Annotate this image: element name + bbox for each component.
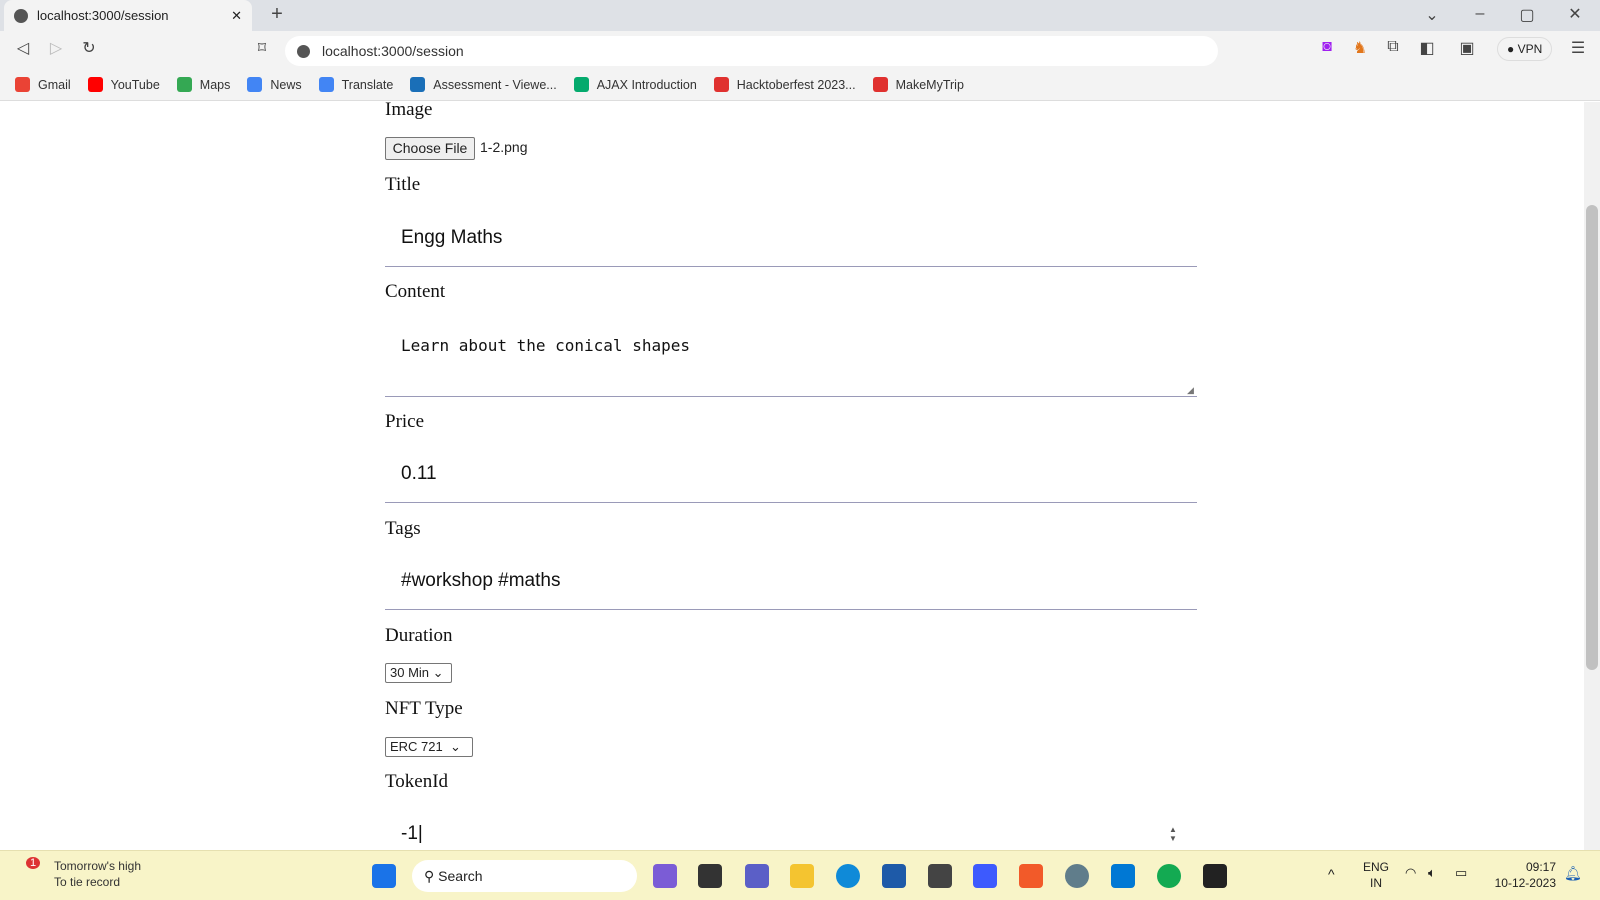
app-icon[interactable] (973, 864, 997, 888)
bookmark-item[interactable]: Maps (176, 77, 230, 92)
tab-search-icon[interactable]: ⌄ (1421, 5, 1443, 25)
sidebar-icon[interactable]: ◧ (1416, 38, 1438, 58)
tokenid-input[interactable]: -1| (385, 812, 1197, 852)
battery-icon[interactable]: ▭ (1455, 865, 1467, 881)
bookmark-item[interactable]: Gmail (15, 77, 71, 92)
weather-widget[interactable]: Tomorrow's high To tie record (54, 858, 141, 890)
start-icon[interactable] (372, 864, 396, 888)
bookmark-item[interactable]: Assessment - Viewe... (410, 77, 557, 92)
task-view-icon[interactable] (698, 864, 722, 888)
taskbar: 1 Tomorrow's high To tie record ⚲ Search … (0, 850, 1600, 900)
back-icon[interactable]: ◁ (12, 38, 34, 58)
mongodb-icon[interactable] (1157, 864, 1181, 888)
brave-icon[interactable] (1019, 864, 1043, 888)
app-icon[interactable] (928, 864, 952, 888)
image-label: Image (385, 99, 433, 120)
globe-icon (14, 8, 28, 23)
maps-icon (176, 77, 192, 92)
terminal-icon[interactable] (1203, 864, 1227, 888)
notification-icon[interactable]: 🔔︎ (1564, 865, 1582, 882)
chevron-down-icon: ⌄ (449, 739, 461, 754)
minimize-icon[interactable]: – (1469, 5, 1491, 23)
file-name: 1-2.png (480, 139, 528, 155)
resize-handle-icon[interactable]: ◢ (1187, 385, 1194, 396)
forward-icon[interactable]: ▷ (45, 38, 67, 58)
tab-title: localhost:3000/session (37, 8, 169, 23)
volume-icon[interactable]: 🔈︎ (1428, 865, 1436, 881)
duration-label: Duration (385, 625, 453, 646)
number-spinner-icon[interactable]: ▲ ▼ (1169, 825, 1177, 843)
bookmark-icon[interactable]: ⌑ (251, 38, 273, 58)
file-explorer-icon[interactable] (790, 864, 814, 888)
vpn-dot-icon: ● (1507, 42, 1518, 56)
metamask-icon[interactable]: ♞ (1349, 38, 1371, 58)
title-input[interactable]: Engg Maths (385, 213, 1197, 267)
choose-file-button[interactable]: Choose File (385, 137, 475, 160)
tab-strip: localhost:3000/session ✕ + ⌄ – ▢ ✕ (0, 0, 1600, 31)
edge-icon[interactable] (836, 864, 860, 888)
price-label: Price (385, 411, 425, 432)
taskbar-search[interactable]: ⚲ Search (412, 860, 637, 892)
wallet-icon[interactable]: ▣ (1456, 38, 1478, 58)
hacktoberfest-icon (713, 77, 729, 92)
new-tab-button[interactable]: + (266, 3, 288, 26)
nft-type-select[interactable]: ERC 721 ⌄ (385, 737, 473, 757)
language-indicator[interactable]: ENG IN (1363, 859, 1389, 891)
tags-input[interactable]: #workshop #maths (385, 556, 1197, 610)
gmail-icon (15, 77, 30, 92)
browser-tab[interactable]: localhost:3000/session ✕ (4, 0, 252, 31)
nft-type-label: NFT Type (385, 698, 463, 719)
bookmark-item[interactable]: AJAX Introduction (573, 77, 697, 92)
wifi-icon[interactable]: ◠ (1405, 865, 1416, 881)
teams-icon[interactable] (745, 864, 769, 888)
search-icon: ⚲ (424, 868, 439, 884)
duration-select[interactable]: 30 Min ⌄ (385, 663, 452, 683)
makemytrip-icon (872, 77, 888, 92)
weather-icon[interactable]: 1 (22, 857, 44, 887)
bookmark-item[interactable]: News (247, 77, 302, 92)
assessment-icon (410, 77, 426, 92)
store-icon[interactable] (882, 864, 906, 888)
tags-label: Tags (385, 518, 421, 539)
content-label: Content (385, 281, 446, 302)
tokenid-label: TokenId (385, 771, 449, 792)
clock[interactable]: 09:17 10-12-2023 (1488, 859, 1556, 891)
title-label: Title (385, 174, 421, 195)
w3schools-icon (573, 77, 589, 92)
content-textarea[interactable]: Learn about the conical shapes (385, 316, 1197, 397)
address-bar[interactable]: localhost:3000/session (285, 36, 1218, 66)
info-icon[interactable] (297, 44, 310, 58)
settings-icon[interactable] (1065, 864, 1089, 888)
bookmark-item[interactable]: YouTube (87, 77, 160, 92)
close-tab-icon[interactable]: ✕ (231, 8, 242, 24)
copilot-icon[interactable] (653, 864, 677, 888)
price-input[interactable]: 0.11 (385, 449, 1197, 503)
extension-icon[interactable]: ◙ (1316, 38, 1338, 56)
chevron-down-icon: ⌄ (432, 665, 444, 680)
restore-icon[interactable]: ▢ (1516, 5, 1538, 25)
tray-chevron-icon[interactable]: ^ (1328, 866, 1335, 882)
scrollbar-thumb[interactable] (1586, 205, 1598, 670)
translate-icon (318, 77, 334, 92)
reload-icon[interactable]: ↻ (78, 38, 100, 58)
youtube-icon (87, 77, 103, 92)
url-text: localhost:3000/session (322, 43, 464, 59)
bookmark-item[interactable]: MakeMyTrip (872, 77, 964, 92)
bookmark-item[interactable]: Hacktoberfest 2023... (713, 77, 856, 92)
vscode-icon[interactable] (1111, 864, 1135, 888)
vpn-button[interactable]: ● VPN (1497, 37, 1553, 61)
menu-icon[interactable]: ☰ (1567, 38, 1589, 58)
bookmark-item[interactable]: Translate (318, 77, 393, 92)
extensions-icon[interactable]: ⧉ (1382, 38, 1404, 56)
bookmarks-bar: Gmail YouTube Maps News Translate Assessment … (0, 69, 1600, 101)
news-icon (247, 77, 263, 92)
close-window-icon[interactable]: ✕ (1564, 4, 1586, 24)
